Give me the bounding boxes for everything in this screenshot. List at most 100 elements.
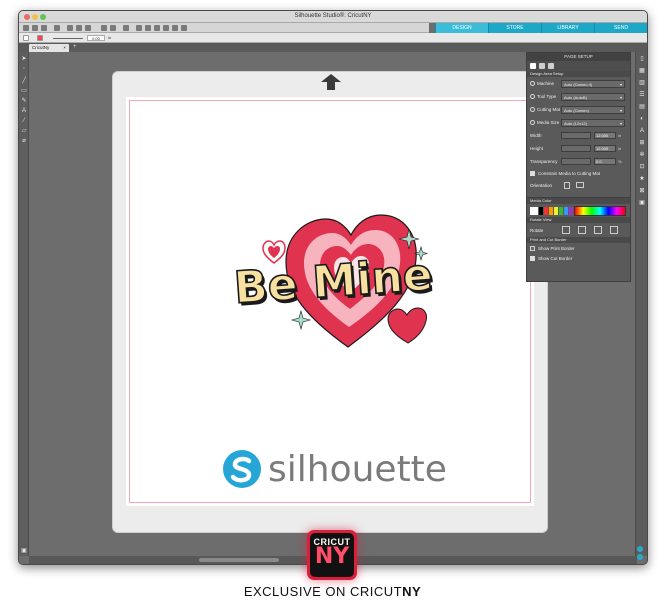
swatch-red[interactable] [544,206,548,215]
text-tool-icon[interactable]: A [21,108,27,114]
zoom-in-icon[interactable] [136,25,142,31]
tab-send[interactable]: SEND [594,23,647,33]
eraser-tool-icon[interactable]: ▱ [21,128,27,134]
paste-icon[interactable] [85,25,91,31]
transparency-slider[interactable] [561,158,591,165]
rotate-270-icon[interactable] [610,226,618,234]
rotate-0-icon[interactable] [562,226,570,234]
tool-type-select[interactable]: Auto (AutoB) [561,92,625,101]
rectangle-tool-icon[interactable]: ▭ [21,88,27,94]
width-slider[interactable] [561,132,591,139]
edit-points-icon[interactable]: ◦ [21,66,27,72]
transparency-input[interactable]: 0.0 [594,158,616,165]
zoom-select-icon[interactable] [154,25,160,31]
line-tool-icon[interactable]: ╱ [21,78,27,84]
portrait-icon[interactable] [564,181,570,189]
page-setup-panel-icon[interactable]: ▯ [639,56,645,62]
silhouette-logo-icon [223,450,261,488]
page-tab-icon[interactable] [530,63,536,69]
constrain-checkbox[interactable] [530,170,535,176]
rotate-90-icon[interactable] [578,226,586,234]
save-icon[interactable] [41,25,47,31]
print-icon[interactable] [54,25,60,31]
constrain-row[interactable]: Constrain Media to Cutting Mat [527,168,630,178]
orientation-row: Orientation [527,178,630,192]
right-panel-icons: ▯ ▦ ▥ ☰ ▤ ◐ A ⊞ ✲ ⊡ ★ ⊠ ▣ [635,52,647,556]
height-row: Height 12.000 in [527,142,630,155]
show-cut-border-checkbox[interactable] [530,255,535,261]
tab-store[interactable]: STORE [488,23,541,33]
transparency-unit: % [618,159,622,164]
favorites-panel-icon[interactable]: ★ [639,176,645,182]
swatch-purple[interactable] [569,206,573,215]
grid-panel-icon[interactable]: ▦ [639,68,645,74]
swatch-blue[interactable] [564,206,568,215]
swatch-black[interactable] [539,206,543,215]
tab-library[interactable]: LIBRARY [541,23,594,33]
document-tab[interactable]: CricutNy × [29,44,69,52]
eyedropper-tool-icon[interactable]: ⌀ [21,138,27,144]
color-spectrum[interactable] [574,205,626,216]
cut-icon[interactable] [67,25,73,31]
open-folder-icon[interactable] [32,25,38,31]
send-status-icon[interactable] [637,546,643,552]
zoom-out-icon[interactable] [145,25,151,31]
media-size-select[interactable]: Auto (12x12) [561,118,625,127]
tab-design-label: DESIGN [452,25,472,31]
caption: EXCLUSIVE ON CRICUTNY [0,584,665,599]
device-status-icon[interactable] [637,554,643,560]
grid-tab-icon[interactable] [539,63,545,69]
height-slider[interactable] [561,145,591,152]
height-input[interactable]: 12.000 [594,145,616,152]
registration-tab-icon[interactable] [548,63,554,69]
cutting-mat-select[interactable]: Auto (Cameo) [561,105,625,114]
pen-tool-icon[interactable]: ✎ [21,98,27,104]
select-tool-icon[interactable]: ➤ [21,56,27,62]
show-cut-border-row[interactable]: Show Cut Border [527,253,630,263]
add-tab-icon[interactable]: + [73,44,77,51]
line-color-swatch[interactable] [37,35,43,41]
show-cut-border-label: Show Cut Border [538,255,573,261]
new-document-icon[interactable] [23,25,29,31]
rotate-180-icon[interactable] [594,226,602,234]
image-effects-icon[interactable]: ◐ [639,116,645,122]
info-icon [530,107,535,112]
align-panel-icon[interactable]: ⊞ [639,140,645,146]
show-print-border-checkbox[interactable] [530,245,535,251]
swatch-green[interactable] [559,206,563,215]
text-panel-icon[interactable]: A [639,128,645,134]
close-tab-icon[interactable]: × [63,44,66,52]
pixel-snap-icon[interactable] [123,25,129,31]
line-width-slider[interactable] [53,38,83,39]
camera-icon[interactable]: ▣ [21,548,27,554]
swatch-yellow[interactable] [554,206,558,215]
fit-to-page-icon[interactable] [172,25,178,31]
line-panel-icon[interactable]: ☰ [639,92,645,98]
pan-icon[interactable] [163,25,169,31]
swatch-white[interactable] [530,206,538,215]
height-label: Height [530,146,544,151]
line-width-input[interactable]: 0.00 [87,35,105,41]
grid-icon[interactable] [181,25,187,31]
replicate-panel-icon[interactable]: ✲ [639,152,645,158]
badge-inner: CRICUT NY [310,533,354,577]
redo-icon[interactable] [110,25,116,31]
show-print-border-row[interactable]: Show Print Border [527,243,630,253]
machine-select[interactable]: Auto (Cameo 4) [561,79,625,88]
scroll-thumb[interactable] [199,558,279,562]
layers-panel-icon[interactable]: ▤ [639,104,645,110]
copy-icon[interactable] [76,25,82,31]
landscape-icon[interactable] [576,182,584,188]
tab-design[interactable]: DESIGN [435,23,488,33]
trace-panel-icon[interactable]: ⊠ [639,188,645,194]
fill-color-swatch[interactable] [23,35,29,41]
undo-icon[interactable] [101,25,107,31]
fill-panel-icon[interactable]: ▥ [639,80,645,86]
width-input[interactable]: 12.000 [594,132,616,139]
swatch-orange[interactable] [549,206,553,215]
design-page[interactable]: Be Mine Be Mine silhouette [126,97,534,506]
be-mine-design[interactable]: Be Mine Be Mine [236,197,436,352]
library-panel-icon[interactable]: ▣ [639,200,645,206]
knife-tool-icon[interactable]: ⁄ [21,118,27,124]
transform-panel-icon[interactable]: ⊡ [639,164,645,170]
